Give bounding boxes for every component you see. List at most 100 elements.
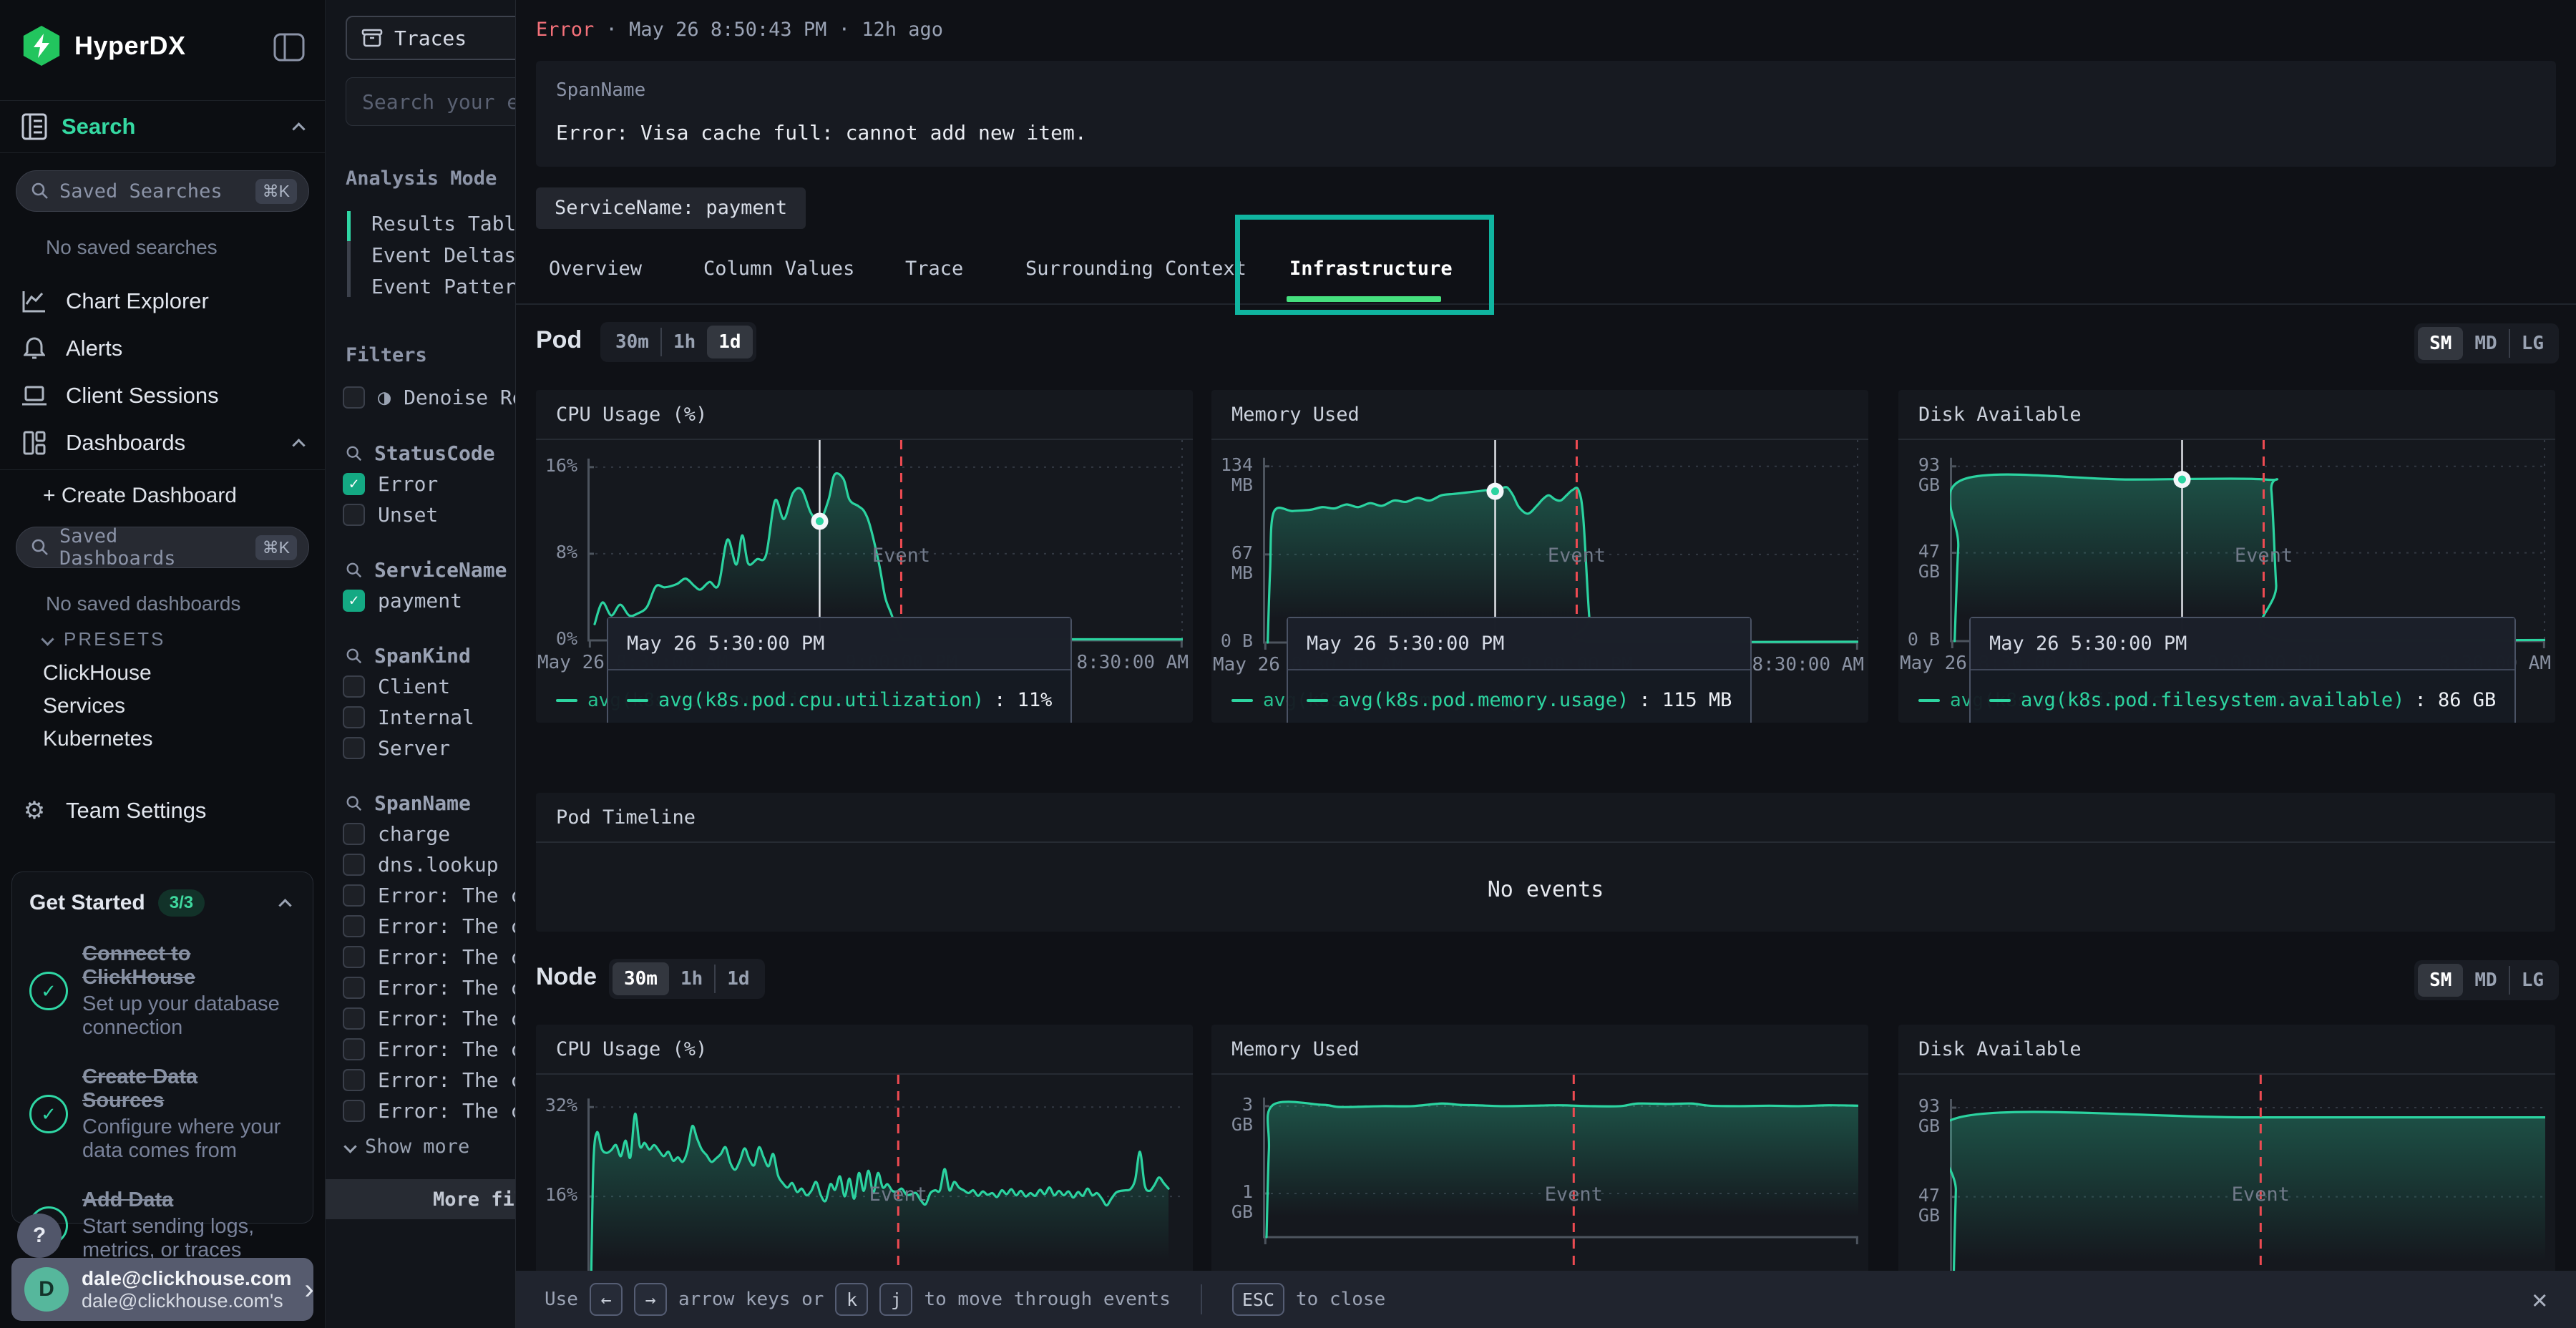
- tab-overview[interactable]: Overview: [549, 238, 642, 301]
- checkbox-unchecked[interactable]: [343, 737, 365, 759]
- range-1h-button[interactable]: 1h: [662, 326, 707, 358]
- checkbox-unchecked[interactable]: [343, 706, 365, 728]
- checkbox-unchecked[interactable]: [343, 1007, 365, 1030]
- cmd-k-shortcut: ⌘K: [255, 535, 297, 560]
- filter-row-error-span[interactable]: Error: The cr: [343, 1038, 515, 1061]
- filter-row-error-span[interactable]: Error: The cr: [343, 1068, 515, 1092]
- get-started-item-title: Create Data Sources: [82, 1065, 261, 1113]
- collapse-sidebar-icon[interactable]: [273, 33, 305, 62]
- sidebar-item-client-sessions[interactable]: Client Sessions: [0, 375, 325, 416]
- filter-row-dns-lookup[interactable]: dns.lookup: [343, 853, 515, 877]
- filter-row-error-span[interactable]: Error: The cr: [343, 914, 515, 938]
- checkbox-checked[interactable]: ✓: [343, 473, 365, 495]
- filter-row-client[interactable]: Client: [343, 675, 515, 698]
- user-menu[interactable]: D dale@clickhouse.com dale@clickhouse.co…: [11, 1258, 313, 1321]
- sidebar-item-dashboards[interactable]: Dashboards: [0, 422, 325, 464]
- saved-searches-input[interactable]: Saved Searches ⌘K: [16, 170, 309, 212]
- filter-row-error-span[interactable]: Error: The cr: [343, 976, 515, 1000]
- sidebar-item-alerts[interactable]: Alerts: [0, 328, 325, 369]
- sidebar-item-clickhouse[interactable]: ClickHouse: [43, 661, 152, 685]
- pod-memory-plot[interactable]: 134 MB67 MB0 BMay 26 8:30:00 AM9:00:00 P…: [1211, 440, 1868, 678]
- show-more-button[interactable]: Show more: [346, 1136, 515, 1158]
- j-keycap[interactable]: j: [879, 1283, 912, 1316]
- presets-toggle[interactable]: PRESETS: [43, 628, 165, 650]
- checkbox-unchecked[interactable]: [343, 675, 365, 698]
- filter-row-server[interactable]: Server: [343, 736, 515, 760]
- sidebar-item-services[interactable]: Services: [43, 694, 125, 718]
- arrow-right-keycap[interactable]: →: [634, 1283, 667, 1316]
- keyboard-hints-bar: Use ← → arrow keys or k j to move throug…: [516, 1271, 2576, 1328]
- tab-column-values[interactable]: Column Values: [703, 238, 854, 301]
- size-md-button[interactable]: MD: [2463, 327, 2508, 360]
- saved-dashboards-input[interactable]: Saved Dashboards ⌘K: [16, 527, 309, 568]
- filter-row-payment[interactable]: ✓ payment: [343, 589, 515, 612]
- checkbox-unchecked[interactable]: [343, 854, 365, 876]
- checkbox-unchecked[interactable]: [343, 1038, 365, 1060]
- checkbox-unchecked[interactable]: [343, 915, 365, 937]
- checkbox-checked[interactable]: ✓: [343, 590, 365, 612]
- pod-timeline-title: Pod Timeline: [536, 793, 2555, 843]
- range-1h-button[interactable]: 1h: [669, 962, 714, 995]
- mode-event-patterns[interactable]: Event Patterns: [371, 271, 515, 303]
- size-lg-button[interactable]: LG: [2510, 964, 2555, 997]
- checkbox-unchecked[interactable]: [343, 977, 365, 999]
- filter-row-error[interactable]: ✓ Error: [343, 472, 515, 496]
- checkbox-unchecked[interactable]: [343, 884, 365, 907]
- chart-tooltip: May 26 5:30:00 PMavg(k8s.pod.cpu.utiliza…: [607, 617, 1072, 723]
- pod-cpu-plot[interactable]: 16%8%0%May 26 8:30:00 AM9:00:00 PM8:30:0…: [536, 440, 1193, 678]
- esc-keycap[interactable]: ESC: [1232, 1283, 1284, 1316]
- mode-results-table[interactable]: Results Table: [371, 208, 515, 240]
- checkbox-unchecked[interactable]: [343, 946, 365, 968]
- checkbox-unchecked[interactable]: [343, 1100, 365, 1122]
- size-sm-button[interactable]: SM: [2418, 327, 2463, 360]
- event-search-placeholder: Search your ev: [362, 90, 515, 114]
- filter-row-error-span[interactable]: Error: The cr: [343, 945, 515, 969]
- filter-row-error-span[interactable]: Error: The cr: [343, 884, 515, 907]
- search-section-icon: [21, 112, 47, 141]
- filter-row-error-span[interactable]: Error: The cr: [343, 1099, 515, 1123]
- source-select[interactable]: Traces: [346, 16, 515, 60]
- checkbox-unchecked[interactable]: [343, 823, 365, 845]
- event-search-input[interactable]: Search your ev: [346, 77, 515, 126]
- checkbox-unchecked[interactable]: [343, 1069, 365, 1091]
- get-started-item[interactable]: ✓ Add Data Start sending logs, metrics, …: [29, 1188, 296, 1262]
- checkbox-unchecked[interactable]: [343, 386, 365, 409]
- search-icon: [31, 538, 49, 557]
- size-md-button[interactable]: MD: [2463, 964, 2508, 997]
- sidebar-item-search[interactable]: Search: [0, 100, 325, 153]
- size-sm-button[interactable]: SM: [2418, 964, 2463, 997]
- hyperdx-logo-icon: [21, 26, 62, 66]
- range-30m-button[interactable]: 30m: [613, 962, 669, 995]
- sidebar-item-kubernetes[interactable]: Kubernetes: [43, 727, 152, 751]
- sidebar-item-team-settings[interactable]: ⚙ Team Settings: [0, 790, 325, 831]
- filter-row-internal[interactable]: Internal: [343, 706, 515, 729]
- k-keycap[interactable]: k: [835, 1283, 868, 1316]
- range-30m-button[interactable]: 30m: [604, 326, 660, 358]
- cmd-k-shortcut: ⌘K: [255, 179, 297, 204]
- chevron-up-icon[interactable]: [278, 899, 291, 912]
- tab-surrounding-context[interactable]: Surrounding Context: [1025, 238, 1246, 301]
- get-started-item[interactable]: ✓ Create Data Sources Configure where yo…: [29, 1065, 296, 1163]
- help-button[interactable]: ?: [17, 1214, 62, 1258]
- hint-text: to move through events: [924, 1289, 1170, 1310]
- chevron-up-icon[interactable]: [292, 439, 305, 451]
- mode-event-deltas[interactable]: Event Deltas: [371, 240, 515, 271]
- range-1d-button[interactable]: 1d: [716, 962, 761, 995]
- arrow-left-keycap[interactable]: ←: [590, 1283, 623, 1316]
- filter-row-error-span[interactable]: Error: The cr: [343, 1007, 515, 1030]
- checkbox-unchecked[interactable]: [343, 504, 365, 526]
- filter-row-charge[interactable]: charge: [343, 822, 515, 846]
- close-ic on[interactable]: ✕: [2532, 1285, 2547, 1314]
- size-lg-button[interactable]: LG: [2510, 327, 2555, 360]
- tab-trace[interactable]: Trace: [905, 238, 963, 301]
- range-1d-button[interactable]: 1d: [707, 326, 752, 358]
- service-name-chip[interactable]: ServiceName: payment: [536, 187, 806, 229]
- pod-disk-plot[interactable]: 93 GB47 GB0 BMay 26 8:30:00 AM9:00:00 PM…: [1898, 440, 2555, 678]
- create-dashboard-button[interactable]: + Create Dashboard: [43, 484, 237, 508]
- more-filters-button[interactable]: More fil: [326, 1179, 515, 1219]
- filter-row-unset[interactable]: Unset: [343, 503, 515, 527]
- chevron-up-icon[interactable]: [292, 122, 305, 135]
- denoise-filter-row[interactable]: ◑ Denoise Re: [343, 385, 515, 410]
- get-started-item[interactable]: ✓ Connect to ClickHouse Set up your data…: [29, 942, 296, 1040]
- sidebar-item-chart-explorer[interactable]: Chart Explorer: [0, 280, 325, 322]
